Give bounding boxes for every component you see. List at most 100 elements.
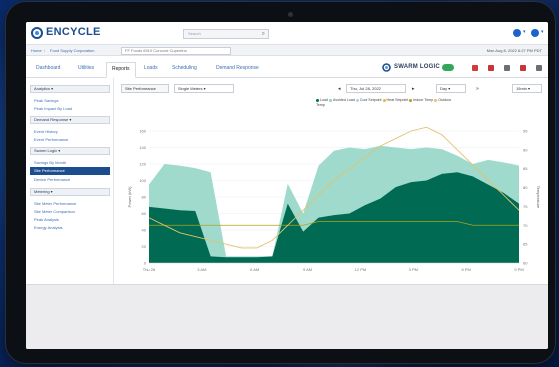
- laptop-frame: ENCYCLE Search ⌕ ▾ ▾ Home / Food Supply …: [6, 2, 555, 363]
- range-selector[interactable]: Day ▾: [436, 84, 466, 93]
- chevron-down-icon[interactable]: ▾: [541, 29, 544, 35]
- x-tick-label: 3 PM: [409, 267, 418, 272]
- building-selector[interactable]: Single Meters ▾: [174, 84, 234, 93]
- user-icon[interactable]: [531, 29, 539, 37]
- legend-label: Load: [320, 98, 328, 102]
- y-right-tick-label: 70: [523, 223, 528, 228]
- notifications-icon[interactable]: [513, 29, 521, 37]
- y-left-tick-label: 20: [142, 244, 147, 249]
- sidebar-section-swarm-logic[interactable]: Swarm Logic ▾: [30, 147, 110, 155]
- legend-item-avoided-load[interactable]: Avoided Load: [329, 98, 355, 102]
- sidebar-item-site-meter-comparison[interactable]: Site Meter Comparison: [34, 209, 75, 214]
- y-right-tick-label: 90: [523, 147, 528, 152]
- sidebar-item-site-performance[interactable]: Site Performance: [30, 167, 110, 175]
- date-picker-value: Thu, Jul 28, 2022: [350, 86, 381, 91]
- x-tick-label: 6 PM: [461, 267, 470, 272]
- tab-dashboard[interactable]: Dashboard: [36, 65, 60, 71]
- sidebar-section-metering[interactable]: Metering ▾: [30, 188, 110, 196]
- sidebar-section-demand-response[interactable]: Demand Response ▾: [30, 116, 110, 124]
- calendar-next-icon[interactable]: »: [476, 86, 479, 92]
- search-placeholder: Search: [188, 31, 201, 36]
- site-performance-chart[interactable]: 0 20 40 60 80 100 120 140 160 60 65 70 75 80 85 90 95 Pow…: [121, 117, 541, 277]
- next-date-arrow[interactable]: ▸: [412, 86, 415, 92]
- y-left-tick-label: 140: [139, 145, 146, 150]
- camera-icon: [288, 12, 293, 17]
- y-right-tick-label: 85: [523, 166, 528, 171]
- swarm-logic-label: SWARM LOGIC: [394, 64, 440, 70]
- interval-selector[interactable]: 15min ▾: [512, 84, 542, 93]
- search-icon[interactable]: ⌕: [262, 30, 265, 38]
- legend-swatch: [355, 98, 359, 102]
- y-right-tick-label: 80: [523, 185, 528, 190]
- alert-icon[interactable]: [472, 65, 478, 71]
- encycle-logo-icon: [31, 27, 43, 39]
- sidebar-item-site-meter-performance[interactable]: Site Meter Performance: [34, 201, 76, 206]
- breadcrumb: Home / Food Supply Corporation FF Foods …: [26, 44, 548, 56]
- tab-demand-response[interactable]: Demand Response: [216, 65, 259, 71]
- download-icon[interactable]: [488, 65, 494, 71]
- prev-date-arrow[interactable]: ◂: [338, 86, 341, 92]
- y-left-axis-label: Power (kW): [127, 186, 132, 208]
- sidebar-item-event-performance[interactable]: Event Performance: [34, 137, 68, 142]
- x-tick-label: 6 AM: [250, 267, 259, 272]
- chevron-down-icon[interactable]: ▾: [523, 29, 526, 35]
- sidebar-section-analytics[interactable]: Analytics ▾: [30, 85, 110, 93]
- legend-swatch: [382, 98, 386, 102]
- sidebar-item-device-performance[interactable]: Device Performance: [34, 177, 70, 182]
- legend-swatch: [409, 98, 413, 102]
- app-screen: ENCYCLE Search ⌕ ▾ ▾ Home / Food Supply …: [26, 22, 548, 349]
- sidebar-item-peak-savings[interactable]: Peak Savings: [34, 98, 58, 103]
- top-header: ENCYCLE Search ⌕ ▾ ▾: [26, 22, 548, 44]
- legend-label: Indoor Temp: [413, 98, 434, 102]
- search-input[interactable]: Search ⌕: [183, 29, 269, 39]
- list-icon[interactable]: [504, 65, 510, 71]
- toggle-switch[interactable]: [442, 64, 454, 71]
- chart-legend: Load Avoided Load Cool Setpoint Heat Set…: [316, 98, 456, 108]
- y-left-tick-label: 0: [144, 261, 147, 266]
- tab-utilities[interactable]: Utilities: [78, 65, 94, 71]
- sidebar-item-peak-impact[interactable]: Peak Impact By Load: [34, 106, 72, 111]
- y-left-tick-label: 160: [139, 129, 146, 134]
- interval-selector-value: 15min ▾: [516, 86, 531, 91]
- report-selector[interactable]: Site Performance: [121, 84, 169, 93]
- building-selector-value: Single Meters ▾: [178, 86, 206, 91]
- current-datetime: Mon Aug 8, 2022 6:27 PM PDT: [486, 48, 542, 53]
- y-left-tick-label: 60: [142, 211, 147, 216]
- legend-label: Avoided Load: [333, 98, 355, 102]
- site-selector-value: FF Foods 6910 Concord Cupertino: [125, 48, 187, 53]
- y-right-tick-label: 75: [523, 204, 528, 209]
- sidebar-item-event-history[interactable]: Event History: [34, 129, 58, 134]
- legend-swatch: [329, 98, 332, 102]
- x-tick-label: 9 PM: [514, 267, 523, 272]
- share-icon[interactable]: [520, 65, 526, 71]
- legend-label: Cool Setpoint: [359, 98, 382, 102]
- brand-logo-text[interactable]: ENCYCLE: [46, 26, 101, 38]
- swarm-logic-icon: [382, 63, 391, 72]
- site-selector[interactable]: FF Foods 6910 Concord Cupertino: [121, 47, 231, 55]
- sidebar-item-savings-by-month[interactable]: Savings By Month: [34, 160, 66, 165]
- legend-item-load[interactable]: Load: [316, 98, 328, 102]
- range-selector-value: Day ▾: [440, 86, 451, 91]
- legend-swatch: [316, 98, 319, 102]
- date-picker[interactable]: Thu, Jul 28, 2022: [346, 84, 406, 93]
- x-tick-label: Thu 28: [143, 267, 156, 272]
- y-right-tick-label: 95: [523, 129, 528, 134]
- edit-icon[interactable]: [536, 65, 542, 71]
- tab-reports[interactable]: Reports: [106, 62, 136, 78]
- main-tabs: Dashboard Utilities Reports Loads Schedu…: [26, 56, 548, 78]
- legend-item-indoor-temp[interactable]: Indoor Temp: [409, 98, 433, 102]
- legend-item-heat-setpoint[interactable]: Heat Setpoint: [382, 98, 408, 102]
- tab-scheduling[interactable]: Scheduling: [172, 65, 197, 71]
- breadcrumb-home[interactable]: Home: [31, 48, 42, 53]
- sidebar-item-energy-analysis[interactable]: Energy Analysis: [34, 225, 62, 230]
- legend-swatch: [434, 98, 438, 102]
- breadcrumb-site[interactable]: Food Supply Corporation: [50, 48, 94, 53]
- legend-item-cool-setpoint[interactable]: Cool Setpoint: [355, 98, 382, 102]
- y-left-tick-label: 100: [139, 178, 146, 183]
- x-tick-label: 9 AM: [303, 267, 312, 272]
- x-tick-label: 3 AM: [197, 267, 206, 272]
- sidebar-item-peak-analysis[interactable]: Peak Analysis: [34, 217, 59, 222]
- y-right-axis-label: Temperature: [536, 186, 541, 209]
- tab-loads[interactable]: Loads: [144, 65, 158, 71]
- x-tick-label: 12 PM: [355, 267, 367, 272]
